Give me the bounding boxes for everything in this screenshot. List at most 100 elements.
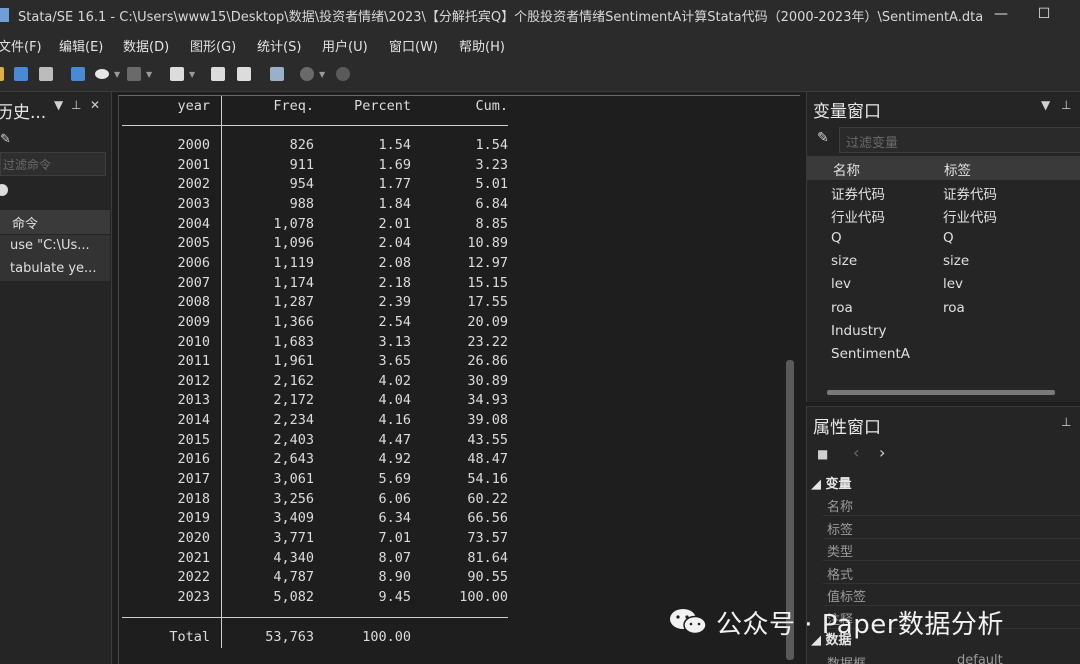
cell-cum: 20.09 (467, 313, 508, 330)
cell-year: 2009 (177, 313, 210, 330)
pin-icon[interactable]: ⊥ (1061, 415, 1071, 429)
cell-cum: 43.55 (467, 431, 508, 448)
history-item[interactable]: use "C:\Us... (0, 235, 110, 258)
variables-manager-icon[interactable] (270, 67, 284, 81)
column-name-header[interactable]: 名称 (833, 159, 860, 179)
lock-icon[interactable]: ■ (817, 447, 828, 461)
menu-window[interactable]: 窗口(W) (389, 36, 438, 55)
cell-cum: 90.55 (467, 569, 508, 586)
chevron-down-icon[interactable]: ▼ (146, 70, 152, 79)
variable-name[interactable]: lev (831, 276, 851, 292)
variable-group-header[interactable]: ◢ 变量 (811, 473, 852, 492)
cell-percent: 2.08 (378, 254, 411, 271)
history-filter-input[interactable]: 过滤命令 (0, 152, 106, 176)
more-icon[interactable] (300, 67, 314, 81)
cell-cum: 60.22 (467, 490, 508, 507)
variable-name[interactable]: SentimentA (831, 346, 910, 362)
minimize-button[interactable]: — (990, 4, 1012, 24)
variable-label[interactable]: 证券代码 (943, 183, 997, 203)
viewer-eye-icon[interactable] (95, 69, 109, 79)
column-label-header[interactable]: 标签 (944, 159, 971, 179)
cell-freq: 4,340 (273, 549, 314, 566)
cell-percent: 2.04 (378, 235, 411, 252)
cell-percent: 9.45 (378, 589, 411, 605)
menu-data[interactable]: 数据(D) (123, 36, 169, 55)
history-item[interactable]: tabulate ye... (0, 258, 110, 281)
variable-name[interactable]: size (831, 253, 857, 269)
print-icon[interactable] (39, 67, 53, 81)
menu-statistics[interactable]: 统计(S) (257, 36, 301, 55)
cell-freq: 1,683 (273, 333, 314, 350)
cell-freq: 1,174 (273, 274, 314, 291)
save-icon[interactable] (14, 67, 28, 81)
variables-scrollbar[interactable] (827, 390, 1055, 395)
log-icon[interactable] (71, 67, 85, 81)
toolbar: ▼ ▼ ▼ ▼ (0, 58, 1080, 92)
cell-freq: 826 (289, 137, 314, 153)
filter-icon[interactable]: ▼ (1041, 98, 1050, 112)
do-file-editor-icon[interactable] (170, 67, 184, 81)
graph-icon[interactable] (127, 67, 141, 81)
cell-cum: 23.22 (467, 333, 508, 350)
cell-freq: 3,256 (273, 490, 314, 507)
menu-user[interactable]: 用户(U) (322, 36, 368, 55)
variable-label[interactable]: Q (943, 230, 954, 246)
cell-cum: 39.08 (467, 412, 508, 429)
menu-help[interactable]: 帮助(H) (459, 36, 505, 55)
cell-freq: 1,366 (273, 313, 314, 330)
history-column-header[interactable]: 命令 (0, 210, 110, 234)
cell-year: 2022 (177, 569, 210, 586)
variable-name[interactable]: roa (831, 300, 853, 316)
cell-percent: 2.39 (378, 294, 411, 311)
variable-name[interactable]: 证券代码 (831, 183, 885, 203)
chevron-down-icon[interactable]: ▼ (114, 70, 120, 79)
cell-freq: 3,061 (273, 471, 314, 487)
cell-cum: 17.55 (467, 294, 508, 311)
cell-percent: 1.69 (378, 156, 411, 173)
break-icon[interactable] (336, 67, 350, 81)
chevron-down-icon[interactable]: ▼ (189, 70, 195, 79)
cell-year: 2021 (177, 549, 210, 566)
cell-percent: 3.65 (378, 353, 411, 370)
pin-icon[interactable]: ⊥ (1061, 98, 1071, 112)
data-editor-icon[interactable] (211, 67, 225, 81)
menu-file[interactable]: 文件(F) (0, 36, 42, 55)
open-icon[interactable] (0, 67, 4, 81)
variable-name[interactable]: Q (831, 230, 842, 246)
cell-cum: 66.56 (467, 510, 508, 527)
cell-freq: 1,078 (273, 215, 314, 232)
variable-label[interactable]: size (943, 253, 969, 269)
title-bar: Stata/SE 16.1 - C:\Users\www15\Desktop\数… (0, 0, 1080, 30)
variable-name[interactable]: Industry (831, 323, 887, 339)
variable-label[interactable]: 行业代码 (943, 206, 997, 226)
data-browser-icon[interactable] (237, 67, 251, 81)
close-icon[interactable]: ✕ (90, 98, 100, 112)
filter-icon[interactable]: ▼ (54, 98, 63, 112)
wrench-icon[interactable]: ✎ (817, 130, 829, 146)
maximize-button[interactable]: ☐ (1033, 4, 1055, 24)
next-icon[interactable]: › (879, 443, 885, 462)
pin-icon[interactable]: ⊥ (71, 98, 81, 112)
wrench-icon[interactable]: ✎ (0, 132, 11, 147)
menu-edit[interactable]: 编辑(E) (59, 36, 103, 55)
chevron-down-icon[interactable]: ▼ (319, 70, 325, 79)
property-value[interactable]: default (957, 653, 1003, 664)
variable-name[interactable]: 行业代码 (831, 206, 885, 226)
header-rule (122, 125, 508, 126)
properties-title: 属性窗口 (813, 418, 881, 438)
variable-label[interactable]: roa (943, 300, 965, 316)
cell-percent: 2.01 (378, 215, 411, 232)
cell-freq: 954 (289, 176, 314, 193)
menu-graphics[interactable]: 图形(G) (190, 36, 236, 55)
cell-year: 2020 (177, 530, 210, 546)
variable-filter-input[interactable]: 过滤变量 (839, 127, 1080, 153)
cell-percent: 4.02 (378, 372, 411, 389)
variable-label[interactable]: lev (943, 276, 963, 292)
cell-year: 2005 (177, 235, 210, 252)
cell-year: 2001 (177, 156, 210, 173)
cell-percent: 4.47 (378, 431, 411, 448)
previous-icon[interactable]: ‹ (853, 443, 859, 462)
cell-freq: 1,287 (273, 294, 314, 311)
cell-freq: 2,172 (273, 392, 314, 409)
cell-cum: 34.93 (467, 392, 508, 409)
